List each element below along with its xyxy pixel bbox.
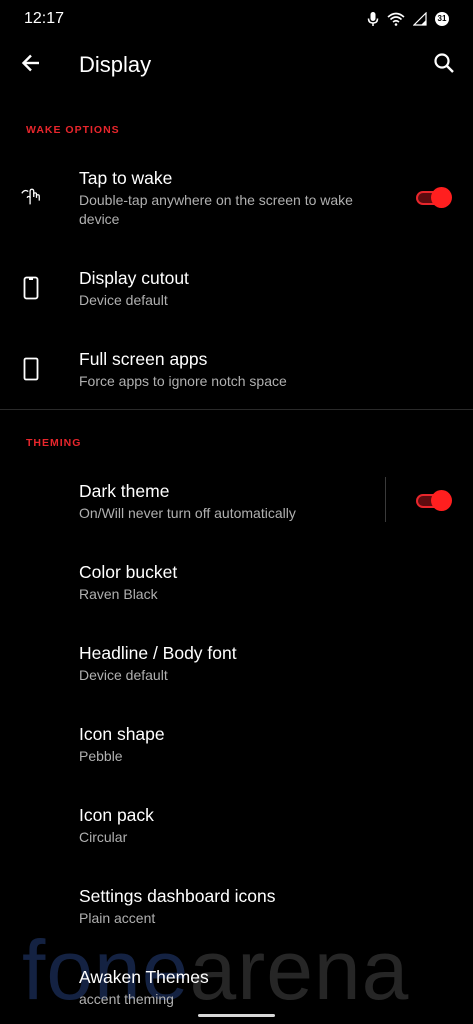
setting-icon-pack[interactable]: Icon pack Circular xyxy=(0,797,473,861)
section-divider xyxy=(0,409,473,410)
wifi-icon xyxy=(387,12,405,26)
toggle-thumb xyxy=(431,187,452,208)
setting-dark-theme[interactable]: Dark theme On/Will never turn off automa… xyxy=(0,473,473,537)
arrow-left-icon xyxy=(21,53,41,78)
status-bar: 12:17 31 xyxy=(0,0,473,40)
setting-dashboard-icons[interactable]: Settings dashboard icons Plain accent xyxy=(0,878,473,942)
search-button[interactable] xyxy=(431,52,457,78)
tap-to-wake-toggle[interactable] xyxy=(416,186,452,208)
setting-summary: accent theming xyxy=(79,991,174,1007)
setting-title: Color bucket xyxy=(79,562,178,582)
setting-title: Tap to wake xyxy=(79,168,173,188)
section-header-theming: THEMING xyxy=(26,437,82,449)
dark-theme-toggle[interactable] xyxy=(416,489,452,511)
phone-fullscreen-icon xyxy=(20,356,42,382)
setting-summary: Device default xyxy=(79,667,168,683)
app-bar: Display xyxy=(0,40,473,92)
setting-summary: Double-tap anywhere on the screen to wak… xyxy=(79,192,353,227)
status-time: 12:17 xyxy=(24,10,65,27)
setting-headline-font[interactable]: Headline / Body font Device default xyxy=(0,635,473,699)
gesture-nav-handle[interactable] xyxy=(198,1014,275,1017)
setting-color-bucket[interactable]: Color bucket Raven Black xyxy=(0,554,473,618)
mic-icon xyxy=(367,11,379,27)
setting-summary: Raven Black xyxy=(79,586,158,602)
setting-summary: On/Will never turn off automatically xyxy=(79,505,296,521)
setting-display-cutout[interactable]: Display cutout Device default xyxy=(0,260,473,324)
setting-title: Headline / Body font xyxy=(79,643,237,663)
page-title: Display xyxy=(79,52,152,77)
setting-icon-shape[interactable]: Icon shape Pebble xyxy=(0,716,473,780)
signal-icon xyxy=(413,12,427,26)
toggle-divider xyxy=(385,477,386,522)
setting-title: Awaken Themes xyxy=(79,967,209,987)
toggle-thumb xyxy=(431,490,452,511)
setting-tap-to-wake[interactable]: Tap to wake Double-tap anywhere on the s… xyxy=(0,160,473,240)
section-header-wake: WAKE OPTIONS xyxy=(26,124,120,136)
setting-title: Icon pack xyxy=(79,805,154,825)
setting-summary: Device default xyxy=(79,292,168,308)
setting-title: Settings dashboard icons xyxy=(79,886,276,906)
setting-summary: Pebble xyxy=(79,748,123,764)
setting-title: Icon shape xyxy=(79,724,165,744)
setting-full-screen-apps[interactable]: Full screen apps Force apps to ignore no… xyxy=(0,341,473,405)
setting-title: Dark theme xyxy=(79,481,170,501)
setting-title: Full screen apps xyxy=(79,349,208,369)
calendar-badge-icon: 31 xyxy=(435,12,449,26)
setting-summary: Plain accent xyxy=(79,910,156,926)
search-icon xyxy=(433,52,455,79)
status-icons: 31 xyxy=(367,11,449,27)
setting-title: Display cutout xyxy=(79,268,189,288)
phone-cutout-icon xyxy=(20,275,42,301)
setting-awaken-themes[interactable]: Awaken Themes accent theming xyxy=(0,959,473,1019)
setting-summary: Force apps to ignore notch space xyxy=(79,373,287,389)
setting-summary: Circular xyxy=(79,829,128,845)
tap-gesture-icon xyxy=(20,184,42,210)
back-button[interactable] xyxy=(18,52,44,78)
